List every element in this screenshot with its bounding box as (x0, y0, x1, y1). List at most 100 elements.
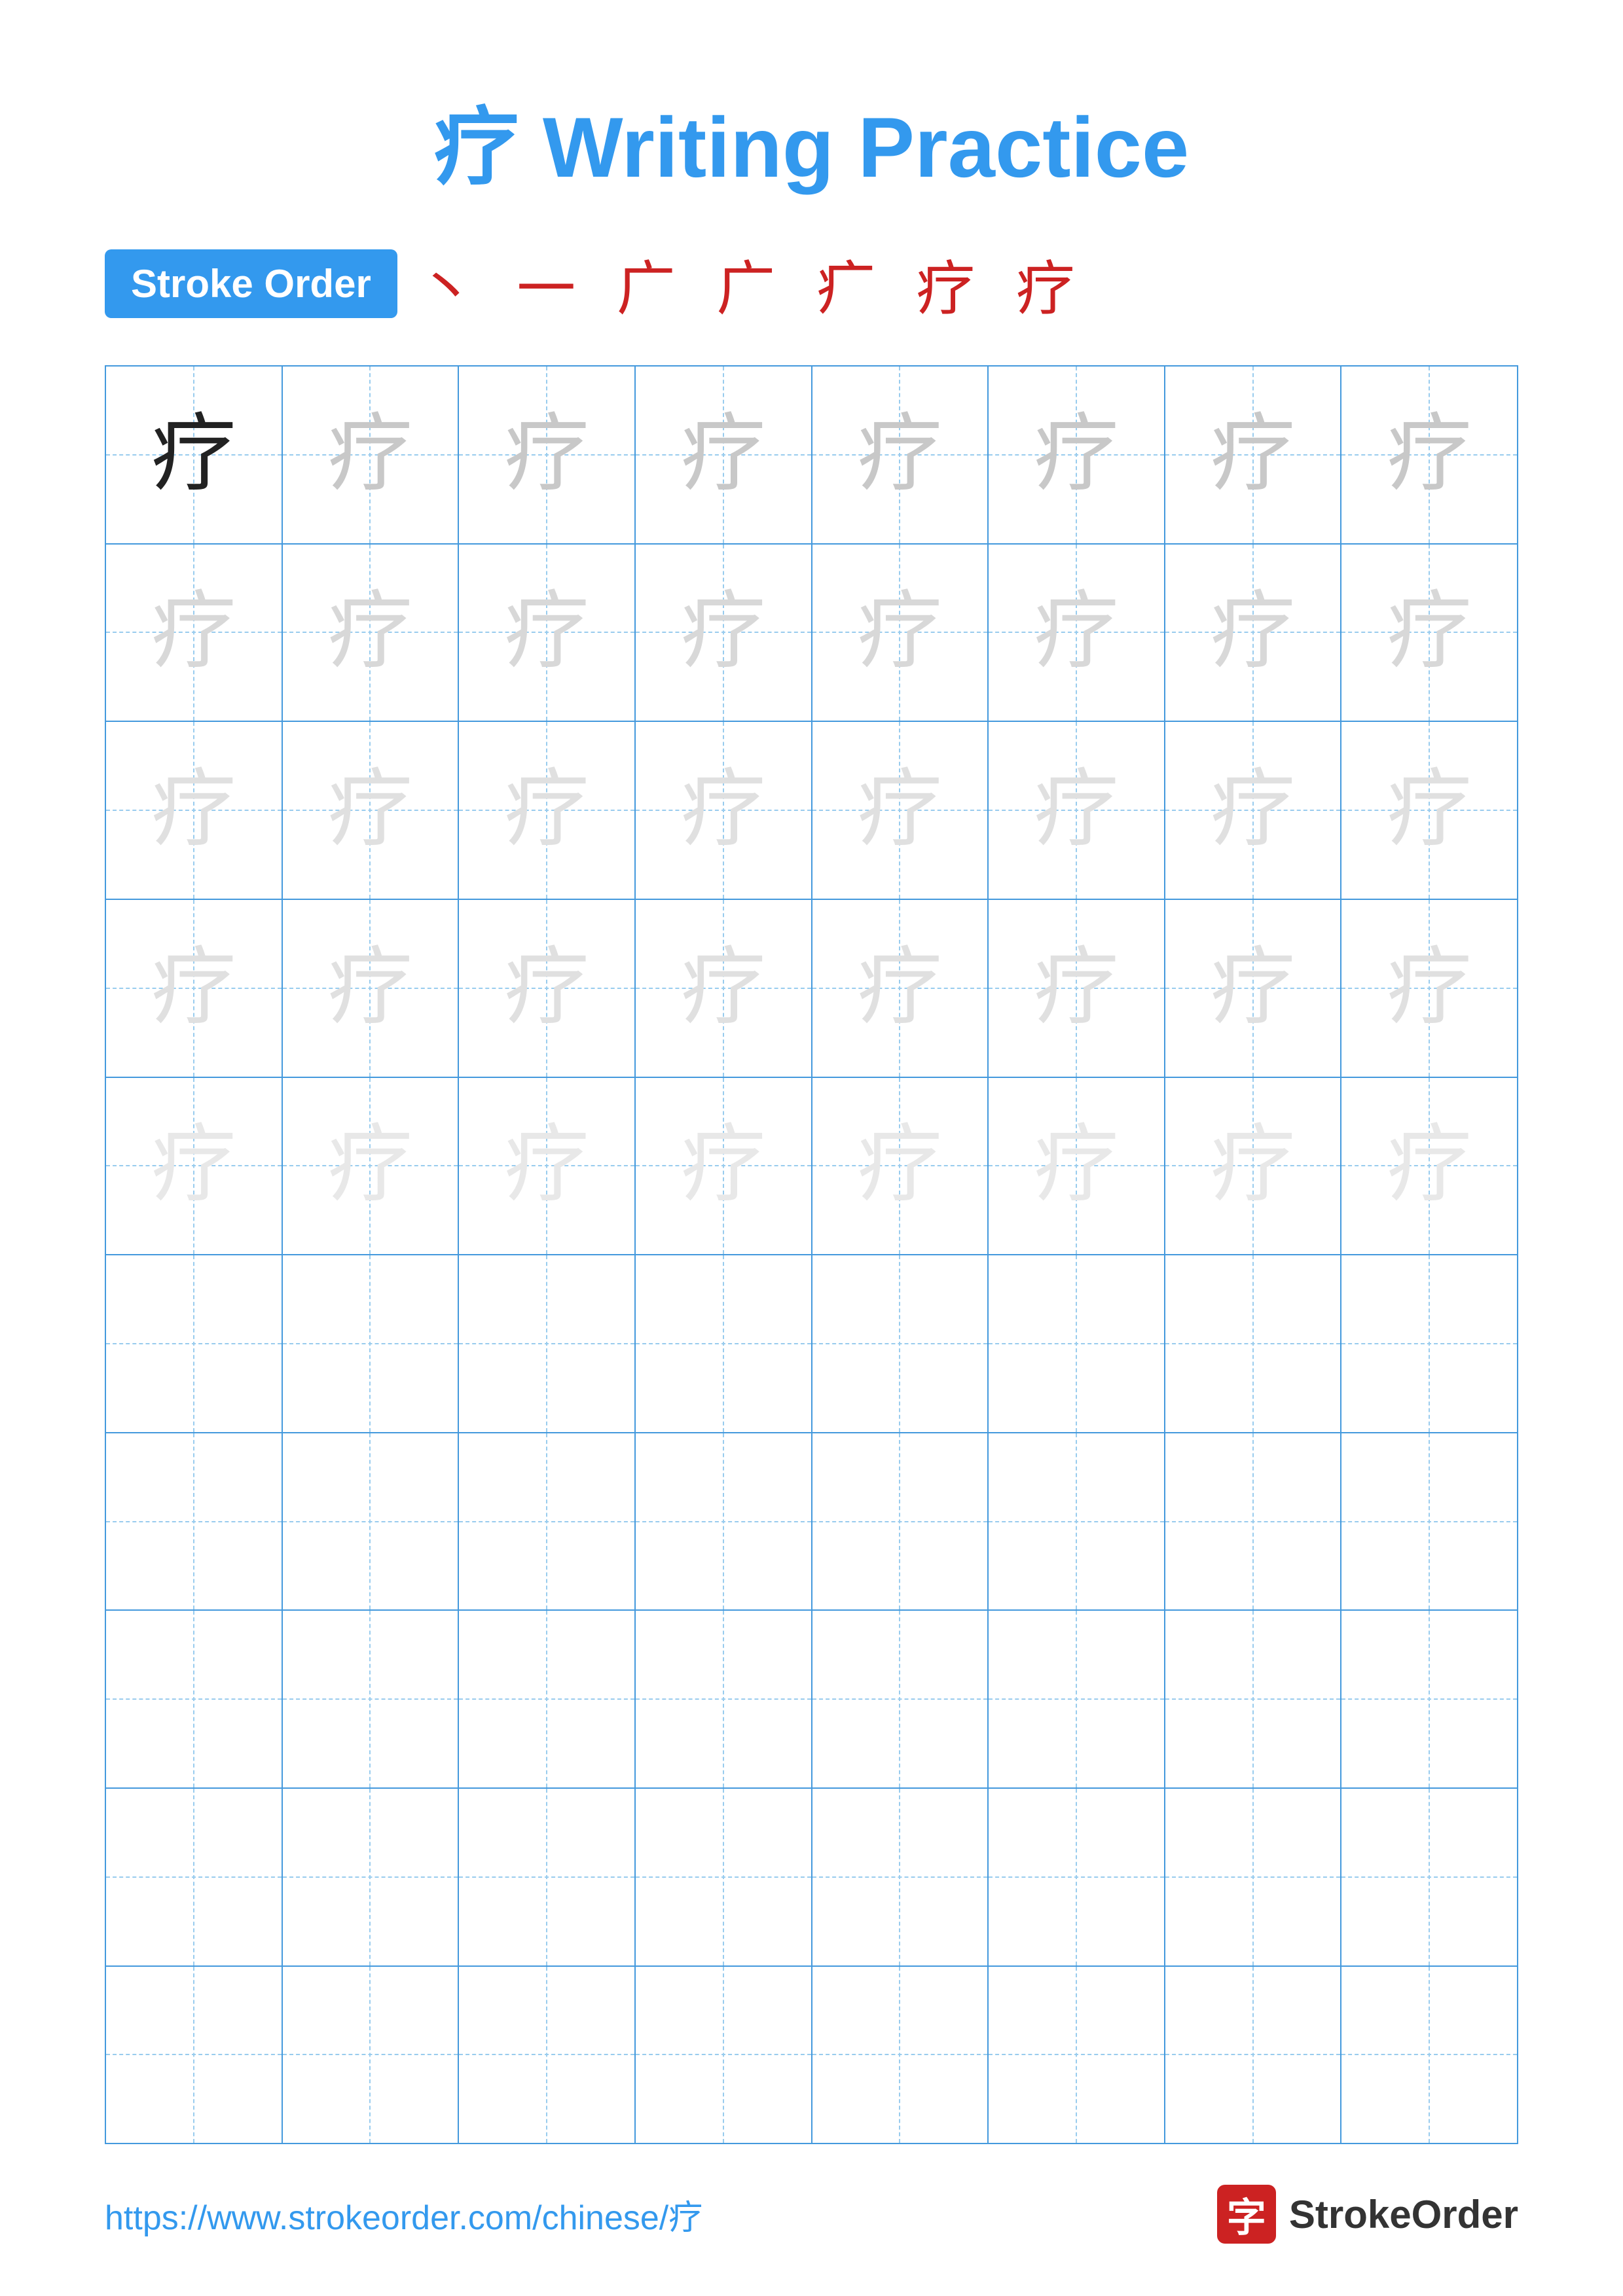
grid-cell[interactable]: 疗 (989, 722, 1165, 899)
cell-character: 疗 (151, 590, 236, 675)
grid-cell[interactable] (1165, 1433, 1342, 1610)
grid-cell[interactable] (636, 1789, 812, 1965)
grid-cell[interactable]: 疗 (459, 900, 636, 1077)
grid-cell[interactable]: 疗 (283, 1078, 460, 1255)
grid-cell[interactable]: 疗 (459, 367, 636, 543)
grid-cell[interactable]: 疗 (1341, 367, 1517, 543)
grid-cell[interactable] (106, 1433, 283, 1610)
grid-cell[interactable] (812, 1967, 989, 2144)
grid-cell[interactable]: 疗 (106, 722, 283, 899)
grid-cell[interactable] (636, 1967, 812, 2144)
grid-cell[interactable] (1341, 1789, 1517, 1965)
grid-cell[interactable]: 疗 (1341, 1078, 1517, 1255)
cell-character: 疗 (681, 768, 766, 853)
cell-character: 疗 (1034, 946, 1119, 1031)
grid-cell[interactable] (459, 1433, 636, 1610)
grid-cell[interactable]: 疗 (459, 722, 636, 899)
grid-cell[interactable] (459, 1255, 636, 1432)
cell-character: 疗 (1034, 1123, 1119, 1208)
grid-cell[interactable] (106, 1611, 283, 1787)
grid-cell[interactable] (812, 1789, 989, 1965)
grid-cell[interactable] (283, 1789, 460, 1965)
grid-cell[interactable] (459, 1789, 636, 1965)
grid-cell[interactable]: 疗 (1341, 722, 1517, 899)
grid-cell[interactable] (1341, 1611, 1517, 1787)
grid-cell[interactable] (989, 1967, 1165, 2144)
cell-character: 疗 (1034, 590, 1119, 675)
grid-cell[interactable] (106, 1255, 283, 1432)
grid-cell[interactable] (812, 1611, 989, 1787)
grid-cell[interactable] (1165, 1789, 1342, 1965)
footer-brand: 字 StrokeOrder (1217, 2185, 1518, 2244)
grid-row (106, 1433, 1517, 1611)
grid-cell[interactable] (459, 1967, 636, 2144)
grid-cell[interactable]: 疗 (1165, 722, 1342, 899)
grid-cell[interactable] (1165, 1967, 1342, 2144)
stroke-sequence: 丶 一 广 广 疒 疗 疗 (417, 241, 1088, 326)
grid-cell[interactable] (283, 1255, 460, 1432)
grid-cell[interactable] (1341, 1255, 1517, 1432)
grid-cell[interactable]: 疗 (989, 900, 1165, 1077)
practice-grid: 疗 疗 疗 疗 疗 疗 疗 疗 疗 疗 疗 疗 疗 疗 疗 疗 疗 疗 疗 疗 … (105, 365, 1518, 2144)
grid-cell[interactable]: 疗 (283, 367, 460, 543)
grid-cell[interactable] (636, 1611, 812, 1787)
grid-cell[interactable]: 疗 (106, 900, 283, 1077)
footer-url: https://www.strokeorder.com/chinese/疗 (105, 2190, 702, 2239)
grid-cell[interactable] (636, 1255, 812, 1432)
grid-cell[interactable] (989, 1433, 1165, 1610)
grid-cell[interactable]: 疗 (636, 1078, 812, 1255)
cell-character: 疗 (857, 946, 942, 1031)
grid-cell[interactable] (636, 1433, 812, 1610)
cell-character: 疗 (1387, 768, 1472, 853)
grid-cell[interactable]: 疗 (283, 545, 460, 721)
grid-cell[interactable]: 疗 (812, 545, 989, 721)
grid-cell[interactable] (283, 1433, 460, 1610)
cell-character: 疗 (1387, 590, 1472, 675)
grid-cell[interactable]: 疗 (1165, 545, 1342, 721)
cell-character: 疗 (327, 412, 412, 497)
grid-cell[interactable] (989, 1255, 1165, 1432)
cell-character: 疗 (504, 590, 589, 675)
grid-cell[interactable]: 疗 (283, 900, 460, 1077)
grid-cell[interactable]: 疗 (636, 722, 812, 899)
grid-cell[interactable]: 疗 (106, 367, 283, 543)
cell-character: 疗 (151, 412, 236, 497)
grid-cell[interactable] (1341, 1967, 1517, 2144)
grid-cell[interactable]: 疗 (812, 722, 989, 899)
grid-cell[interactable] (283, 1611, 460, 1787)
grid-cell[interactable]: 疗 (636, 367, 812, 543)
grid-cell[interactable]: 疗 (812, 900, 989, 1077)
grid-cell[interactable]: 疗 (636, 900, 812, 1077)
grid-cell[interactable]: 疗 (459, 1078, 636, 1255)
grid-cell[interactable] (812, 1255, 989, 1432)
grid-cell[interactable]: 疗 (636, 545, 812, 721)
grid-cell[interactable]: 疗 (812, 1078, 989, 1255)
grid-cell[interactable] (1165, 1255, 1342, 1432)
grid-cell[interactable]: 疗 (459, 545, 636, 721)
grid-cell[interactable]: 疗 (989, 367, 1165, 543)
grid-cell[interactable] (1165, 1611, 1342, 1787)
grid-cell[interactable]: 疗 (1165, 367, 1342, 543)
cell-character: 疗 (327, 1123, 412, 1208)
grid-cell[interactable] (1341, 1433, 1517, 1610)
grid-cell[interactable]: 疗 (106, 545, 283, 721)
page-title: 疗 Writing Practice (0, 0, 1623, 241)
cell-character: 疗 (327, 768, 412, 853)
grid-cell[interactable]: 疗 (106, 1078, 283, 1255)
grid-cell[interactable]: 疗 (1341, 900, 1517, 1077)
grid-cell[interactable] (283, 1967, 460, 2144)
grid-cell[interactable]: 疗 (1341, 545, 1517, 721)
grid-cell[interactable] (989, 1789, 1165, 1965)
grid-cell[interactable] (812, 1433, 989, 1610)
grid-cell[interactable] (106, 1967, 283, 2144)
cell-character: 疗 (857, 768, 942, 853)
grid-cell[interactable]: 疗 (812, 367, 989, 543)
grid-cell[interactable]: 疗 (989, 1078, 1165, 1255)
grid-cell[interactable]: 疗 (283, 722, 460, 899)
grid-cell[interactable]: 疗 (1165, 1078, 1342, 1255)
grid-cell[interactable] (989, 1611, 1165, 1787)
grid-cell[interactable]: 疗 (1165, 900, 1342, 1077)
grid-cell[interactable] (459, 1611, 636, 1787)
grid-cell[interactable] (106, 1789, 283, 1965)
grid-cell[interactable]: 疗 (989, 545, 1165, 721)
